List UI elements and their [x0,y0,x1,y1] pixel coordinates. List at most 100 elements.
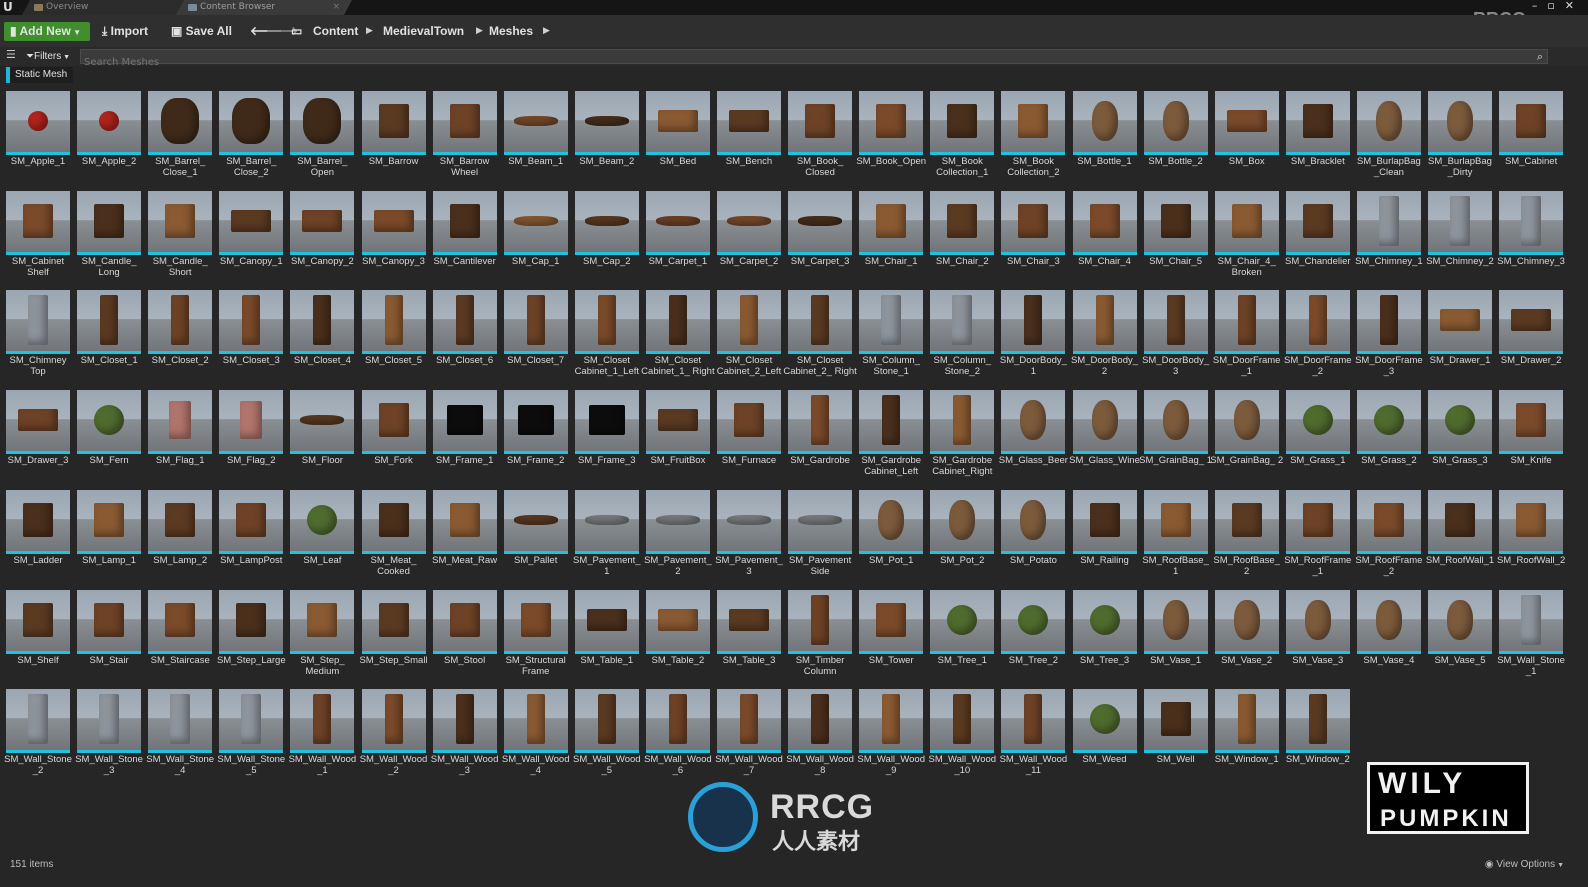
asset-tile[interactable]: SM_Wall_Stone _2 [4,689,72,784]
asset-tile[interactable]: SM_Barrel_ Close_1 [148,91,213,186]
asset-tile[interactable]: SM_Railing [1072,489,1137,585]
asset-tile[interactable]: SM_Timber Column [788,589,853,685]
asset-tile[interactable]: SM_BurlapBag _Dirty [1428,91,1492,186]
close-window-icon[interactable]: ✕ [1565,0,1584,12]
asset-tile[interactable]: SM_Table_2 [645,589,710,685]
asset-tile[interactable]: SM_DoorBody_ 1 [1000,290,1067,385]
asset-tile[interactable]: SM_Closet_7 [503,290,568,385]
tab-content-browser[interactable]: Content Browser × [176,0,352,15]
asset-tile[interactable]: SM_Chimney Top [6,290,70,385]
asset-tile[interactable]: SM_Barrow Wheel [432,91,497,186]
asset-tile[interactable]: SM_Apple_1 [6,91,70,186]
asset-tile[interactable]: SM_RoofBase_ 2 [1213,489,1280,585]
asset-tile[interactable]: SM_Step_ Medium [290,589,355,685]
asset-tile[interactable]: SM_Chimney_3 [1497,190,1565,286]
asset-tile[interactable]: SM_Weed [1072,689,1137,784]
asset-tile[interactable]: SM_Wall_Wood _7 [715,689,783,784]
asset-tile[interactable]: SM_Grass_2 [1356,390,1421,485]
asset-tile[interactable]: SM_Cabinet Shelf [6,190,70,286]
asset-tile[interactable]: SM_Grass_3 [1428,390,1492,485]
asset-tile[interactable]: SM_Chair_5 [1143,190,1208,286]
sources-panel-icon[interactable]: ☰ [6,48,16,61]
asset-tile[interactable]: SM_Cabinet [1499,91,1564,186]
breadcrumb-medievaltown[interactable]: MedievalTown [383,22,464,41]
asset-tile[interactable]: SM_Wall_Wood _10 [929,689,996,784]
asset-tile[interactable]: SM_Floor [290,390,355,485]
asset-tile[interactable]: SM_RoofBase_ 1 [1142,489,1209,585]
asset-tile[interactable]: SM_LampPost [219,489,284,585]
view-options-button[interactable]: ◉ View Options ▼ [1485,859,1564,870]
asset-tile[interactable]: SM_Barrel_ Open [290,91,355,186]
asset-tile[interactable]: SM_Chair_3 [1001,190,1066,286]
asset-tile[interactable]: SM_Wall_Wood _5 [573,689,641,784]
asset-tile[interactable]: SM_Cantilever [432,190,497,286]
filter-chip-static-mesh[interactable]: Static Mesh [6,67,74,83]
asset-tile[interactable]: SM_Wall_Stone _4 [146,689,214,784]
asset-tile[interactable]: SM_Tree_3 [1072,589,1137,685]
asset-tile[interactable]: SM_Gardrobe Cabinet_Right [930,390,995,485]
asset-tile[interactable]: SM_Cap_2 [574,190,639,286]
asset-tile[interactable]: SM_Wall_Wood _3 [431,689,498,784]
asset-tile[interactable]: SM_Apple_2 [77,91,142,186]
asset-tile[interactable]: SM_Bracklet [1285,91,1350,186]
asset-tile[interactable]: SM_Book Collection_1 [930,91,995,186]
asset-tile[interactable]: SM_Vase_2 [1214,589,1279,685]
asset-tile[interactable]: SM_Pot_2 [930,489,995,585]
asset-tile[interactable]: SM_Ladder [6,489,70,585]
asset-tile[interactable]: SM_Vase_5 [1428,589,1492,685]
asset-tile[interactable]: SM_Wall_Wood _2 [360,689,427,784]
asset-tile[interactable]: SM_Canopy_3 [361,190,426,286]
breadcrumb-arrow-icon[interactable]: ▶ [366,22,373,41]
asset-tile[interactable]: SM_Bottle_2 [1143,91,1208,186]
asset-tile[interactable]: SM_Vase_4 [1356,589,1421,685]
asset-tile[interactable]: SM_Step_Large [217,589,286,685]
asset-tile[interactable]: SM_Drawer_2 [1499,290,1564,385]
asset-tile[interactable]: SM_Chair_2 [930,190,995,286]
asset-tile[interactable]: SM_Closet_5 [361,290,426,385]
asset-tile[interactable]: SM_Chair_1 [859,190,924,286]
asset-tile[interactable]: SM_Grass_1 [1285,390,1350,485]
filters-button[interactable]: ⏷Filters ▼ [26,49,70,65]
asset-tile[interactable]: SM_Pallet [503,489,568,585]
save-all-button[interactable]: ▣ Save All [171,22,232,41]
asset-tile[interactable]: SM_Gardrobe Cabinet_Left [859,390,924,485]
asset-tile[interactable]: SM_Candle_ Short [148,190,213,286]
asset-tile[interactable]: SM_Leaf [290,489,355,585]
asset-tile[interactable]: SM_Wall_Wood _1 [289,689,356,784]
asset-tile[interactable]: SM_Lamp_2 [148,489,213,585]
asset-tile[interactable]: SM_Meat_Raw [432,489,497,585]
asset-tile[interactable]: SM_Window_1 [1214,689,1279,784]
asset-tile[interactable]: SM_Frame_3 [574,390,639,485]
asset-tile[interactable]: SM_DoorFrame _2 [1284,290,1352,385]
asset-tile[interactable]: SM_Frame_2 [503,390,568,485]
asset-tile[interactable]: SM_Table_3 [717,589,781,685]
tab-overview[interactable]: Overview [22,0,192,15]
search-icon[interactable]: ⌕ [1537,50,1543,63]
asset-tile[interactable]: SM_Lamp_1 [77,489,142,585]
asset-tile[interactable]: SM_Box [1214,91,1279,186]
asset-tile[interactable]: SM_Wall_Stone _5 [217,689,285,784]
asset-tile[interactable]: SM_Pavement_ 3 [715,489,783,585]
asset-tile[interactable]: SM_Staircase [148,589,213,685]
asset-tile[interactable]: SM_Wall_Wood _9 [857,689,925,784]
asset-tile[interactable]: SM_Wall_Stone _3 [75,689,143,784]
asset-tile[interactable]: SM_Frame_1 [432,390,497,485]
asset-tile[interactable]: SM_Furnace [717,390,781,485]
close-icon[interactable]: × [332,0,340,15]
asset-tile[interactable]: SM_Pavement_ 1 [573,489,641,585]
asset-tile[interactable]: SM_Structural Frame [503,589,568,685]
asset-tile[interactable]: SM_Carpet_1 [645,190,710,286]
asset-tile[interactable]: SM_RoofFrame _2 [1355,489,1422,585]
asset-tile[interactable]: SM_Stool [432,589,497,685]
asset-tile[interactable]: SM_Shelf [6,589,70,685]
asset-tile[interactable]: SM_Book_Open [856,91,926,186]
breadcrumb-arrow-icon[interactable]: ▶ [543,22,550,41]
asset-tile[interactable]: SM_Column_ Stone_2 [930,290,995,385]
asset-tile[interactable]: SM_Closet Cabinet_2_Left [717,290,781,385]
asset-tile[interactable]: SM_Meat_ Cooked [361,489,426,585]
asset-tile[interactable]: SM_Glass_Wine [1069,390,1140,485]
asset-tile[interactable]: SM_Stair [77,589,142,685]
asset-tile[interactable]: SM_Beam_2 [574,91,639,186]
asset-tile[interactable]: SM_Beam_1 [503,91,568,186]
search-input[interactable] [81,56,1487,69]
